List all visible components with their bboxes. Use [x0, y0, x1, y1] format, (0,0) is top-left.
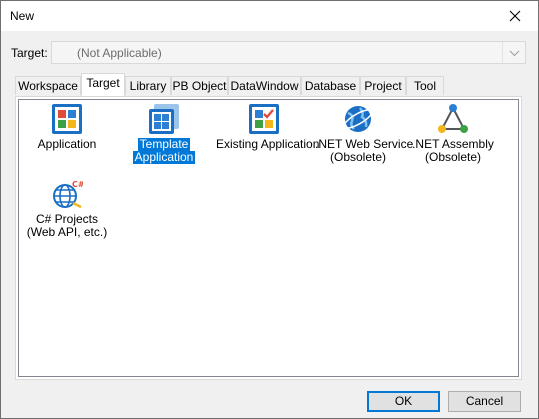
- ok-button[interactable]: OK: [367, 391, 440, 412]
- title-bar[interactable]: New: [1, 1, 538, 31]
- tab-tool[interactable]: Tool: [406, 76, 444, 95]
- globe-web-service-icon: [343, 106, 373, 132]
- window-title: New: [10, 9, 35, 23]
- tab-database[interactable]: Database: [301, 76, 360, 95]
- svg-text:C#: C#: [72, 180, 83, 189]
- tab-project[interactable]: Project: [360, 76, 406, 95]
- target-dropdown-value: (Not Applicable): [77, 46, 162, 60]
- item-label: C# Projects (Web API, etc.): [26, 212, 108, 239]
- tab-library[interactable]: Library: [125, 76, 171, 95]
- chevron-down-icon: [509, 50, 520, 57]
- item-label: Existing Application: [216, 137, 320, 151]
- target-label: Target:: [11, 46, 48, 60]
- close-icon: [509, 10, 521, 22]
- item-label: Template Application: [132, 137, 196, 164]
- tab-target[interactable]: Target: [81, 73, 125, 96]
- csharp-globe-icon: C#: [53, 180, 83, 209]
- tab-panel: Application Template Application Existin…: [15, 96, 522, 380]
- item-label: .NET Assembly (Obsolete): [412, 137, 494, 164]
- close-button[interactable]: [492, 1, 538, 31]
- application-icon: [52, 104, 82, 134]
- assembly-triangle-icon: [438, 104, 468, 133]
- existing-application-icon: [249, 104, 279, 134]
- item-label: Application: [37, 137, 97, 151]
- new-dialog-window: New Target: (Not Applicable) Workspace T…: [0, 0, 539, 419]
- cancel-button[interactable]: Cancel: [448, 391, 521, 412]
- tab-datawindow[interactable]: DataWindow: [228, 76, 301, 95]
- template-application-icon: [149, 104, 179, 134]
- tab-pb-object[interactable]: PB Object: [171, 76, 228, 95]
- tab-workspace[interactable]: Workspace: [15, 76, 81, 95]
- items-list: Application Template Application Existin…: [18, 99, 519, 377]
- dropdown-separator: [502, 42, 503, 63]
- item-label: .NET Web Service (Obsolete): [315, 137, 414, 164]
- target-dropdown[interactable]: (Not Applicable): [51, 41, 526, 64]
